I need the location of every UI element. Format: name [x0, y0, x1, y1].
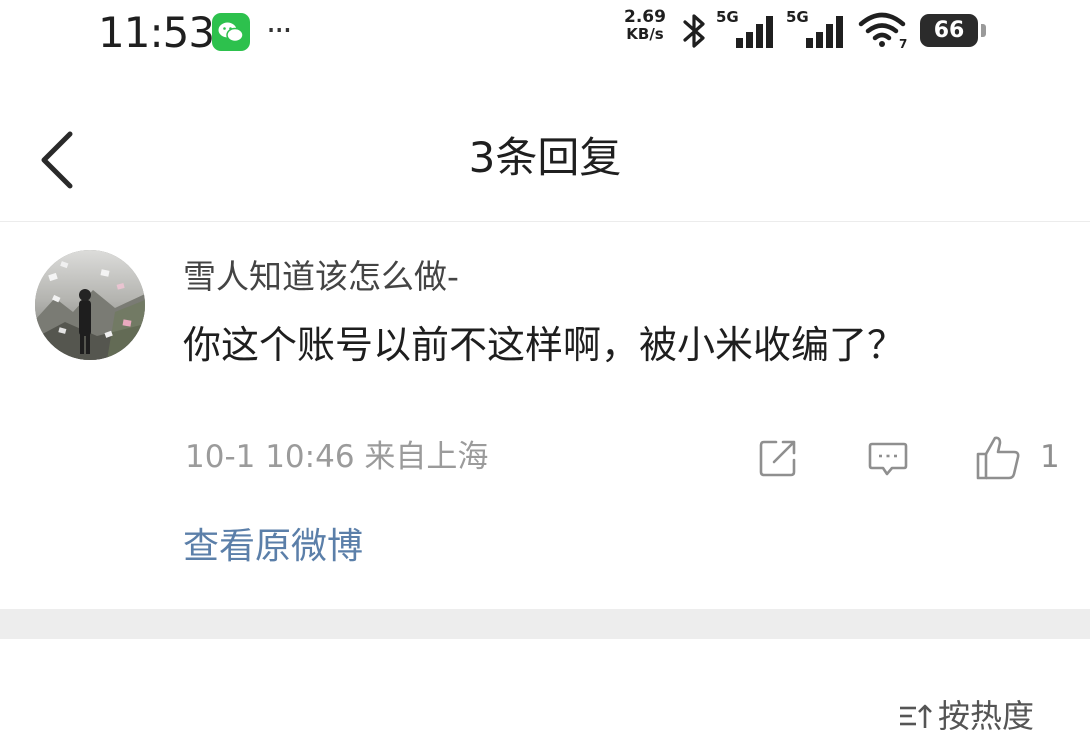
view-original-link[interactable]: 查看原微博: [183, 522, 363, 572]
signal-label: 5G: [716, 8, 739, 26]
bluetooth-icon: [683, 14, 705, 48]
network-speed: 2.69 KB/s: [618, 8, 672, 43]
status-time: 11:53: [98, 8, 215, 57]
signal-5g-icon: 5G: [716, 8, 780, 56]
signal-5g-icon: 5G: [786, 8, 850, 56]
chevron-left-icon[interactable]: [32, 128, 88, 192]
signal-label: 5G: [786, 8, 809, 26]
comment-timestamp: 10-1 10:46: [185, 439, 355, 475]
sort-icon: [900, 704, 932, 728]
status-bar: 11:53 ··· 2.69 KB/s 5G 5G 7 66: [0, 0, 1090, 70]
comment-text: 你这个账号以前不这样啊，被小米收编了？: [183, 323, 906, 367]
title-bar: 3条回复: [0, 100, 1090, 220]
more-notifications-icon: ···: [266, 11, 292, 49]
wifi-icon: 7: [858, 12, 907, 50]
like-button[interactable]: 1: [974, 434, 1060, 482]
comment-meta: 10-1 10:46 来自上海: [185, 434, 488, 480]
page-title: 3条回复: [468, 133, 622, 182]
like-count: 1: [1040, 439, 1060, 475]
battery-cap: [981, 24, 986, 37]
sort-label: 按热度: [938, 697, 1035, 735]
share-icon[interactable]: [756, 436, 800, 480]
like-icon: [976, 436, 1020, 480]
avatar[interactable]: [35, 250, 145, 360]
svg-text:7: 7: [899, 37, 907, 50]
network-speed-value: 2.69: [624, 7, 666, 27]
sort-by-heat-button[interactable]: 按热度: [898, 694, 1046, 738]
section-separator: [0, 609, 1090, 639]
comment-item: 雪人知道该怎么做- 你这个账号以前不这样啊，被小米收编了？ 10-1 10:46…: [0, 222, 1090, 608]
comment-icon[interactable]: [866, 436, 910, 480]
wechat-icon: [212, 13, 250, 51]
comment-location: 来自上海: [364, 439, 489, 475]
network-speed-unit: KB/s: [626, 25, 664, 43]
comment-username[interactable]: 雪人知道该怎么做-: [183, 254, 459, 300]
battery-icon: 66: [920, 14, 978, 47]
